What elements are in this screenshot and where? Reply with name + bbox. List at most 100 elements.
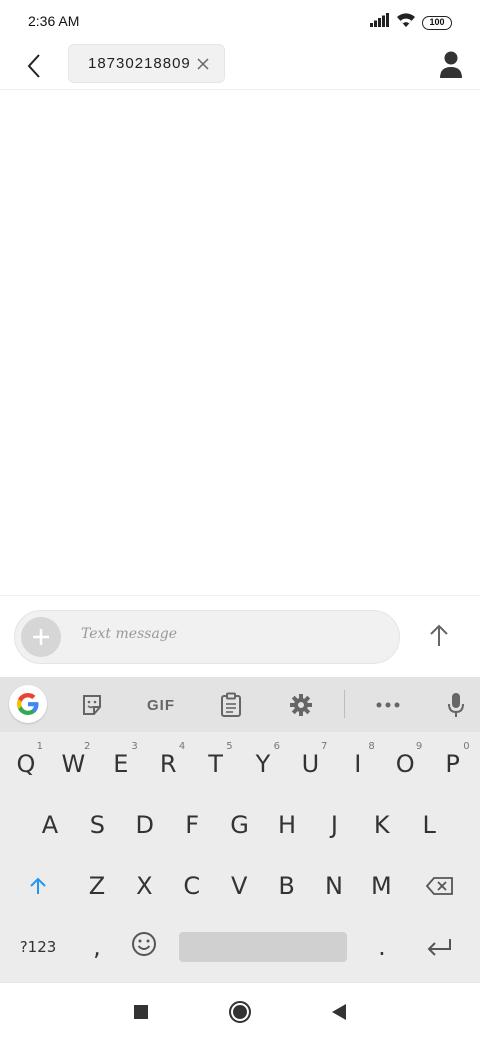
sticker-icon[interactable]	[72, 685, 112, 725]
key-label: Q	[16, 750, 36, 778]
key-b[interactable]: B	[264, 858, 310, 914]
key-x[interactable]: X	[121, 858, 167, 914]
key-v[interactable]: V	[216, 858, 262, 914]
gif-label: GIF	[147, 696, 175, 714]
back-arrow-icon[interactable]	[18, 48, 50, 84]
key-label: T	[208, 750, 223, 778]
key-s[interactable]: S	[74, 797, 120, 853]
key-o[interactable]: O9	[382, 736, 428, 792]
symbols-key[interactable]: ?123	[14, 919, 62, 975]
recipient-number: 18730218809	[88, 55, 191, 72]
key-y[interactable]: Y6	[240, 736, 286, 792]
keyboard: GIF Q1W2E3R4T5Y6U7I8O9P0 ASDFGHJKL ZXCVB…	[0, 677, 480, 982]
space-key[interactable]	[179, 932, 347, 962]
key-c[interactable]: C	[169, 858, 215, 914]
key-label: N	[325, 872, 343, 900]
key-w[interactable]: W2	[50, 736, 96, 792]
key-label: I	[354, 750, 362, 778]
plus-icon[interactable]	[21, 617, 61, 657]
key-hint: 7	[321, 741, 328, 752]
mic-icon[interactable]	[436, 685, 476, 725]
key-m[interactable]: M	[358, 858, 404, 914]
key-label: P	[445, 750, 460, 778]
key-hint: 1	[36, 741, 43, 752]
key-label: O	[395, 750, 415, 778]
key-label: A	[41, 811, 59, 839]
google-icon[interactable]	[9, 685, 47, 723]
message-list[interactable]	[0, 91, 480, 595]
recents-icon[interactable]	[128, 999, 154, 1025]
home-icon[interactable]	[227, 999, 253, 1025]
navigation-bar	[0, 982, 480, 1040]
key-a[interactable]: A	[27, 797, 73, 853]
key-u[interactable]: U7	[287, 736, 333, 792]
key-r[interactable]: R4	[145, 736, 191, 792]
key-e[interactable]: E3	[98, 736, 144, 792]
enter-key[interactable]	[417, 919, 463, 975]
key-j[interactable]: J	[311, 797, 357, 853]
toolbar-divider	[344, 690, 345, 718]
gear-icon[interactable]	[281, 685, 321, 725]
recipient-chip[interactable]: 18730218809	[68, 44, 225, 83]
key-label: M	[371, 872, 392, 900]
key-k[interactable]: K	[359, 797, 405, 853]
key-i[interactable]: I8	[335, 736, 381, 792]
backspace-key[interactable]	[417, 858, 463, 914]
key-z[interactable]: Z	[74, 858, 120, 914]
key-g[interactable]: G	[217, 797, 263, 853]
compose-bar: Text message	[0, 595, 480, 677]
key-f[interactable]: F	[169, 797, 215, 853]
key-hint: 2	[84, 741, 91, 752]
key-label: Z	[88, 872, 106, 900]
key-label: C	[183, 872, 201, 900]
close-icon[interactable]	[194, 55, 212, 73]
more-icon[interactable]	[368, 685, 408, 725]
key-label: D	[135, 811, 155, 839]
key-n[interactable]: N	[311, 858, 357, 914]
emoji-key[interactable]	[121, 919, 167, 975]
key-h[interactable]: H	[264, 797, 310, 853]
signal-icon	[370, 13, 390, 32]
conversation-header: 18730218809	[0, 44, 480, 90]
key-label: X	[136, 872, 153, 900]
key-hint: 4	[178, 741, 186, 752]
wifi-icon	[396, 12, 416, 33]
key-hint: 9	[415, 741, 423, 752]
key-label: K	[373, 811, 390, 839]
status-bar: 2:36 AM 100	[0, 0, 480, 44]
key-t[interactable]: T5	[193, 736, 239, 792]
key-l[interactable]: L	[406, 797, 452, 853]
status-time: 2:36 AM	[28, 13, 80, 29]
key-label: E	[113, 750, 129, 778]
key-label: U	[301, 750, 320, 778]
clipboard-icon[interactable]	[211, 685, 251, 725]
key-d[interactable]: D	[122, 797, 168, 853]
battery-icon: 100	[422, 15, 452, 30]
back-nav-icon[interactable]	[326, 999, 352, 1025]
period-key[interactable]: .	[359, 919, 405, 975]
message-input[interactable]: Text message	[81, 626, 177, 642]
key-label: R	[159, 750, 177, 778]
key-hint: 5	[226, 741, 233, 752]
comma-key[interactable]: ,	[74, 919, 120, 975]
key-label: L	[422, 811, 436, 839]
message-input-container[interactable]: Text message	[14, 610, 400, 664]
shift-key[interactable]	[15, 858, 61, 914]
key-label: F	[185, 811, 200, 839]
status-icons: 100	[370, 12, 452, 33]
key-hint: 0	[463, 741, 470, 752]
key-label: W	[61, 750, 86, 778]
key-label: J	[330, 811, 338, 839]
key-label: V	[230, 872, 248, 900]
key-hint: 6	[273, 741, 280, 752]
key-label: Y	[255, 750, 271, 778]
key-hint: 8	[368, 741, 375, 752]
key-label: B	[278, 872, 295, 900]
key-hint: 3	[131, 741, 138, 752]
send-arrow-icon[interactable]	[424, 620, 454, 650]
key-p[interactable]: P0	[430, 736, 476, 792]
person-icon[interactable]	[438, 50, 464, 80]
key-q[interactable]: Q1	[3, 736, 49, 792]
emoji-icon	[131, 931, 157, 963]
gif-button[interactable]: GIF	[141, 685, 181, 725]
